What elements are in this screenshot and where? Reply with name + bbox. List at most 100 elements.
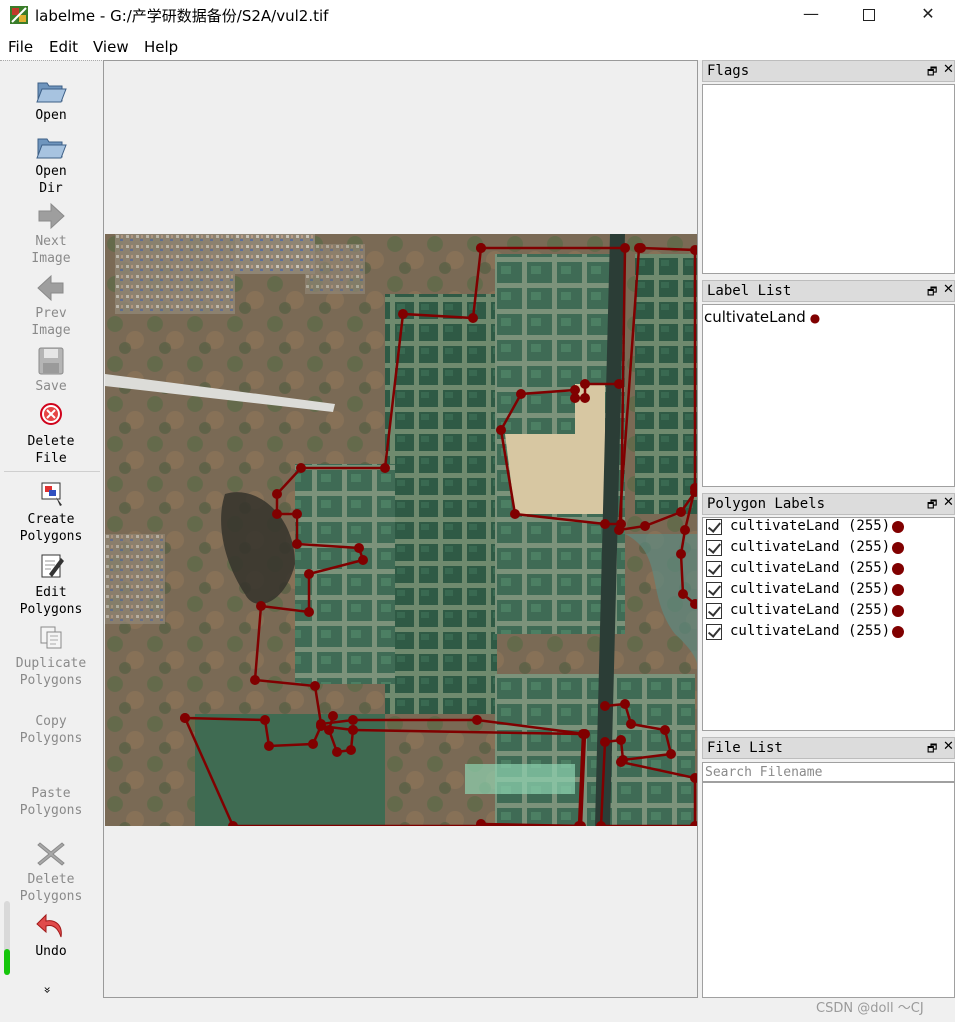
menu-edit[interactable]: Edit — [49, 38, 78, 56]
polygon-vertex-handle[interactable] — [614, 379, 624, 389]
open-dir-button[interactable]: Open Dir — [0, 131, 102, 197]
polygon-vertex-handle[interactable] — [296, 463, 306, 473]
polygon-vertex-handle[interactable] — [640, 521, 650, 531]
visibility-checkbox[interactable] — [706, 540, 722, 556]
edit-polygons-button[interactable]: Edit Polygons — [0, 552, 102, 618]
undo-button[interactable]: Undo — [0, 911, 102, 960]
visibility-checkbox[interactable] — [706, 519, 722, 535]
visibility-checkbox[interactable] — [706, 624, 722, 640]
polygon-vertex-handle[interactable] — [578, 729, 588, 739]
label-list-item[interactable]: cultivateLand ● — [704, 308, 820, 326]
float-icon[interactable]: 🗗 — [927, 63, 937, 82]
satellite-image[interactable] — [105, 234, 697, 826]
polygon-vertex-handle[interactable] — [678, 589, 688, 599]
delete-polygons-button[interactable]: Delete Polygons — [0, 839, 102, 905]
close-icon[interactable]: ✕ — [943, 62, 954, 77]
polygon-vertex-handle[interactable] — [272, 489, 282, 499]
next-image-button[interactable]: Next Image — [0, 201, 102, 267]
polygon-vertex-handle[interactable] — [354, 543, 364, 553]
polygon-vertex-handle[interactable] — [348, 715, 358, 725]
polygon-vertex-handle[interactable] — [250, 675, 260, 685]
polygon-vertex-handle[interactable] — [600, 701, 610, 711]
search-filename-input[interactable] — [702, 762, 955, 782]
polygon-vertex-handle[interactable] — [256, 601, 266, 611]
polygon-vertex-handle[interactable] — [304, 569, 314, 579]
polygon-vertex-handle[interactable] — [620, 243, 630, 253]
polygon-label-row[interactable]: cultivateLand (255) — [706, 622, 946, 642]
polygon-vertex-handle[interactable] — [324, 725, 334, 735]
polygon-vertex-handle[interactable] — [310, 681, 320, 691]
polygon-vertex-handle[interactable] — [570, 393, 580, 403]
polygon-vertex-handle[interactable] — [666, 749, 676, 759]
polygon-vertex-handle[interactable] — [510, 509, 520, 519]
polygon-vertex-handle[interactable] — [358, 555, 368, 565]
polygon-vertex-handle[interactable] — [264, 741, 274, 751]
polygon-vertex-handle[interactable] — [332, 747, 342, 757]
polygon-vertex-handle[interactable] — [476, 243, 486, 253]
polygon-vertex-handle[interactable] — [676, 549, 686, 559]
polygon-vertex-handle[interactable] — [580, 379, 590, 389]
float-icon[interactable]: 🗗 — [927, 496, 937, 515]
polygon-vertex-handle[interactable] — [308, 739, 318, 749]
polygon-vertex-handle[interactable] — [346, 745, 356, 755]
polygon-label-row[interactable]: cultivateLand (255) — [706, 601, 946, 621]
polygon-vertex-handle[interactable] — [468, 313, 478, 323]
float-icon[interactable]: 🗗 — [927, 283, 937, 302]
polygon-label-row[interactable]: cultivateLand (255) — [706, 517, 946, 537]
polygon-vertex-handle[interactable] — [600, 737, 610, 747]
polygon-vertex-handle[interactable] — [614, 525, 624, 535]
visibility-checkbox[interactable] — [706, 561, 722, 577]
polygon-vertex-handle[interactable] — [292, 539, 302, 549]
polygon-vertex-handle[interactable] — [398, 309, 408, 319]
polygon-label-row[interactable]: cultivateLand (255) — [706, 580, 946, 600]
flags-list[interactable] — [702, 84, 955, 274]
polygon-vertex-handle[interactable] — [634, 243, 644, 253]
close-icon[interactable]: ✕ — [943, 495, 954, 510]
polygon-vertex-handle[interactable] — [600, 519, 610, 529]
polygon-label-row[interactable]: cultivateLand (255) — [706, 559, 946, 579]
polygon-vertex-handle[interactable] — [180, 713, 190, 723]
save-button[interactable]: Save — [0, 346, 102, 395]
polygon-label-row[interactable]: cultivateLand (255) — [706, 538, 946, 558]
label-list[interactable] — [702, 304, 955, 487]
close-icon[interactable]: ✕ — [943, 739, 954, 754]
file-list[interactable] — [702, 782, 955, 998]
polygon-vertex-handle[interactable] — [616, 735, 626, 745]
prev-image-button[interactable]: Prev Image — [0, 273, 102, 339]
polygon-vertex-handle[interactable] — [380, 463, 390, 473]
polygon-vertex-handle[interactable] — [348, 725, 358, 735]
toolbar-more-chevron-icon[interactable]: » — [41, 983, 55, 997]
polygon-vertex-handle[interactable] — [496, 425, 506, 435]
close-window-button[interactable]: ✕ — [899, 0, 955, 30]
create-polygons-button[interactable]: Create Polygons — [0, 479, 102, 545]
copy-polygons-button[interactable]: Copy Polygons — [0, 713, 102, 747]
menu-view[interactable]: View — [93, 38, 129, 56]
float-icon[interactable]: 🗗 — [927, 740, 937, 759]
menu-help[interactable]: Help — [144, 38, 178, 56]
polygon-vertex-handle[interactable] — [620, 699, 630, 709]
polygon-vertex-handle[interactable] — [616, 757, 626, 767]
open-button[interactable]: Open — [0, 75, 102, 124]
maximize-button[interactable] — [840, 0, 898, 30]
delete-file-button[interactable]: Delete File — [0, 401, 102, 467]
polygon-vertex-handle[interactable] — [328, 711, 338, 721]
polygon-vertex-handle[interactable] — [660, 725, 670, 735]
menu-file[interactable]: File — [8, 38, 33, 56]
polygon-vertex-handle[interactable] — [516, 389, 526, 399]
duplicate-polygons-button[interactable]: Duplicate Polygons — [0, 623, 102, 689]
polygon-vertex-handle[interactable] — [580, 393, 590, 403]
polygon-vertex-handle[interactable] — [292, 509, 302, 519]
polygon-vertex-handle[interactable] — [626, 719, 636, 729]
visibility-checkbox[interactable] — [706, 603, 722, 619]
minimize-button[interactable]: — — [782, 0, 840, 30]
paste-polygons-button[interactable]: Paste Polygons — [0, 785, 102, 819]
zoom-slider[interactable] — [4, 901, 10, 975]
polygon-vertex-handle[interactable] — [272, 509, 282, 519]
polygon-vertex-handle[interactable] — [304, 607, 314, 617]
close-icon[interactable]: ✕ — [943, 282, 954, 297]
visibility-checkbox[interactable] — [706, 582, 722, 598]
annotation-canvas[interactable] — [103, 60, 698, 998]
polygon-vertex-handle[interactable] — [260, 715, 270, 725]
polygon-vertex-handle[interactable] — [472, 715, 482, 725]
polygon-vertex-handle[interactable] — [676, 507, 686, 517]
